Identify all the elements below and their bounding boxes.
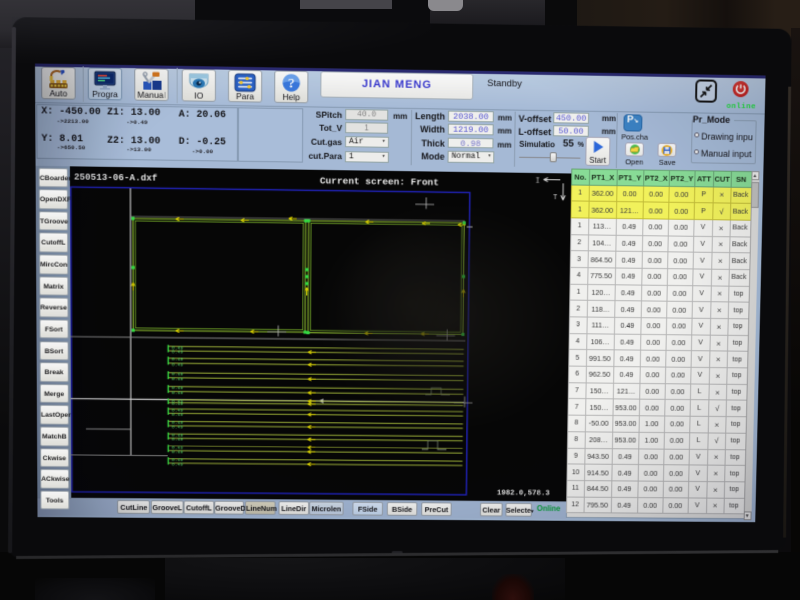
svg-text:0.49: 0.49: [172, 449, 183, 455]
svg-text:0.49: 0.49: [172, 437, 184, 443]
svg-text:0.49: 0.49: [172, 362, 184, 368]
svg-text:0.49: 0.49: [172, 390, 184, 396]
svg-text:0.49: 0.49: [172, 424, 184, 430]
svg-text:0.49: 0.49: [172, 462, 183, 468]
svg-text:0.49: 0.49: [172, 412, 184, 418]
svg-text:I: I: [536, 178, 540, 186]
svg-text:T: T: [553, 194, 557, 202]
svg-text:?: ?: [288, 75, 295, 90]
svg-text:0.49: 0.49: [172, 349, 184, 355]
svg-text:250513-06-A.dxf: 250513-06-A.dxf: [74, 172, 158, 184]
svg-text:0.49: 0.49: [172, 401, 184, 407]
svg-text:0.49: 0.49: [172, 376, 184, 382]
svg-text:1982.0,578.3: 1982.0,578.3: [497, 490, 550, 498]
svg-text:Current screen: Front: Current screen: Front: [320, 176, 439, 188]
